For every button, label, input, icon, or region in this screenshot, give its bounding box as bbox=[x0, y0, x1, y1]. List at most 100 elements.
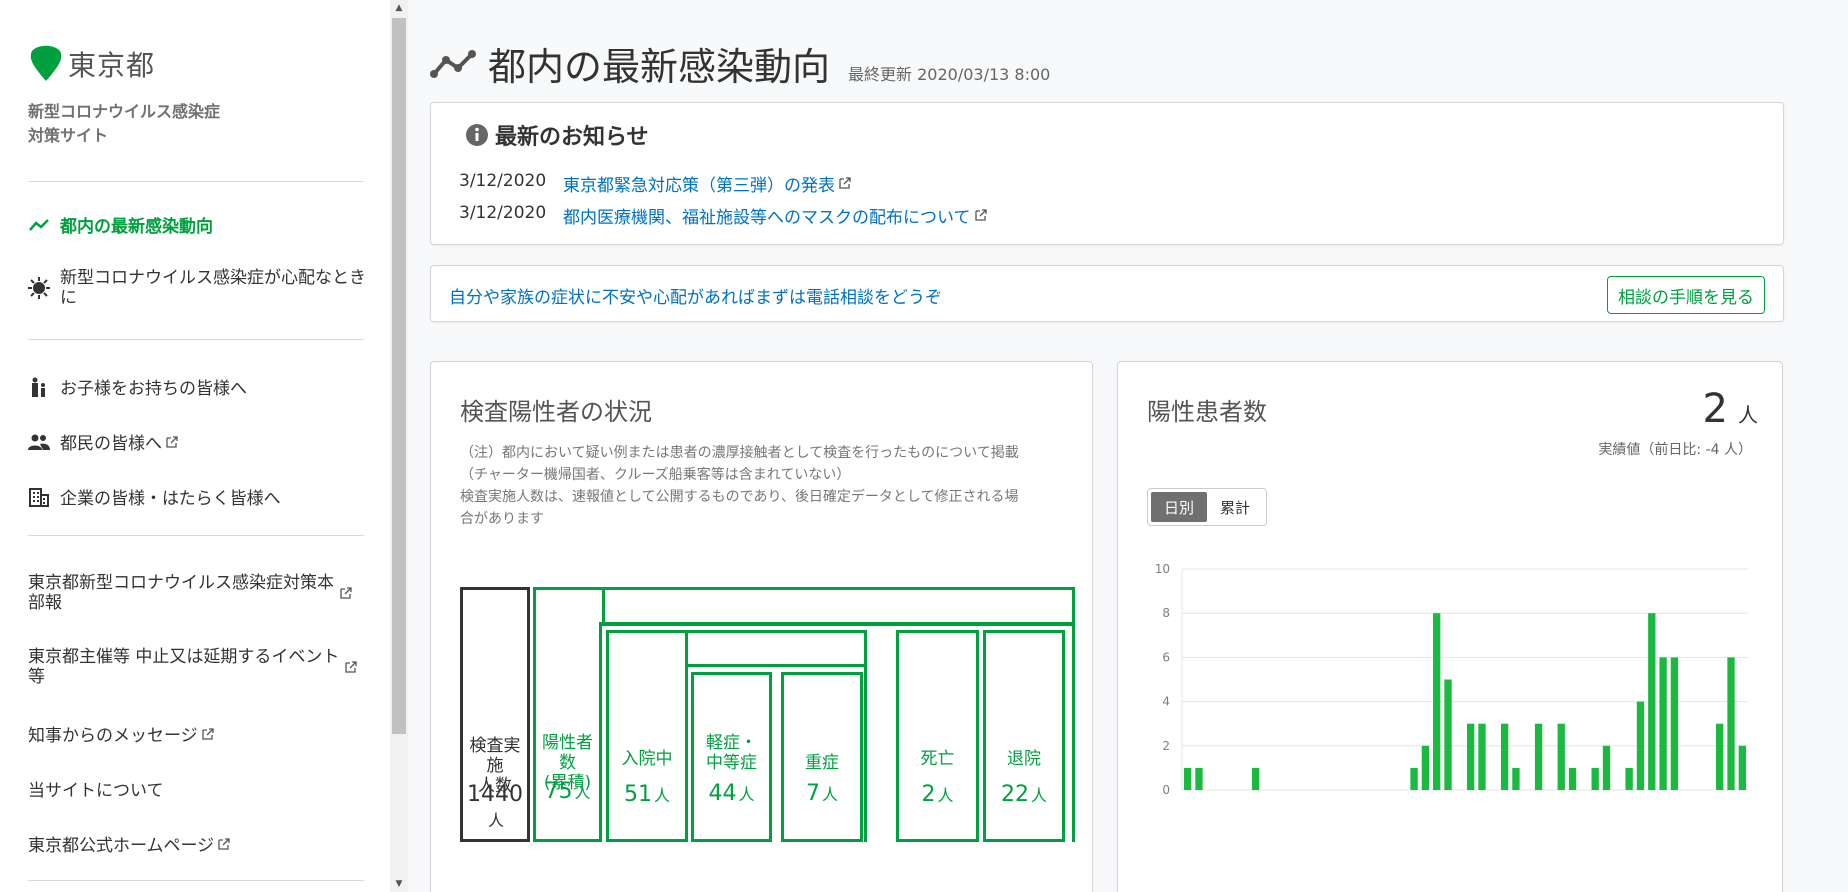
news-link[interactable]: 都内医療機関、福祉施設等へのマスクの配布について bbox=[563, 203, 971, 228]
tested-value: 1440 人 bbox=[463, 782, 527, 832]
unit: 人 bbox=[487, 811, 504, 830]
divider bbox=[28, 181, 364, 182]
people-icon bbox=[28, 431, 50, 453]
mild-label-line: 中等症 bbox=[706, 753, 757, 773]
bar bbox=[1410, 767, 1418, 790]
sidebar: 東京都 新型コロナウイルス感染症 対策サイト 都内の最新感染動向 新型コロナウイ… bbox=[0, 0, 390, 892]
nav-label: に bbox=[60, 288, 77, 308]
nav-label: お子様をお持ちの皆様へ bbox=[60, 379, 247, 399]
scroll-thumb[interactable] bbox=[392, 18, 406, 734]
mild-label-line: 軽症・ bbox=[706, 733, 757, 753]
positive-value: 75 人 bbox=[536, 779, 599, 804]
trend-line-icon bbox=[28, 214, 50, 236]
y-tick-label: 0 bbox=[1162, 783, 1170, 797]
bar bbox=[1512, 767, 1520, 790]
frame-line bbox=[688, 664, 867, 667]
bar bbox=[1557, 723, 1565, 790]
tokyo-logo[interactable]: 東京都 bbox=[28, 44, 155, 84]
external-link-icon bbox=[218, 837, 230, 850]
consult-card: 自分や家族の症状に不安や心配があればまずは電話相談をどうぞ 相談の手順を見る bbox=[430, 265, 1784, 322]
bar bbox=[1670, 657, 1679, 790]
scroll-down-arrow-icon[interactable]: ▼ bbox=[390, 876, 408, 892]
site-subtitle-line: 新型コロナウイルス感染症 bbox=[28, 102, 221, 121]
news-card: 最新のお知らせ 3/12/2020 東京都緊急対応策（第三弾）の発表 3/12/… bbox=[430, 102, 1784, 245]
tested-number: 1440 bbox=[467, 782, 523, 807]
nav-label: 東京都主催等 中止又は延期するイベント bbox=[28, 647, 340, 667]
note-line: 検査実施人数は、速報値として公開するものであり、後日確定データとして修正される場 bbox=[460, 489, 1019, 505]
note-line: 合があります bbox=[460, 511, 544, 527]
virus-icon bbox=[28, 277, 50, 299]
external-link-icon bbox=[974, 209, 987, 221]
bar bbox=[1421, 745, 1430, 790]
patients-chart-card: 陽性患者数 2 人 実績値（前日比: -4 人） 日別 累計 024681024… bbox=[1117, 361, 1783, 892]
bar bbox=[1625, 767, 1633, 790]
nav-item-trend[interactable]: 都内の最新感染動向 bbox=[28, 212, 368, 237]
tested-box: 検査実施 人数 1440人 bbox=[460, 587, 530, 842]
info-icon bbox=[466, 124, 488, 146]
nav-item-parents[interactable]: お子様をお持ちの皆様へ bbox=[28, 374, 368, 399]
positive-box: 陽性者数 (累積) 75 人 bbox=[533, 622, 602, 842]
nav-item-events[interactable]: 東京都主催等 中止又は延期するイベント 等 bbox=[28, 647, 368, 687]
discharged-label: 退院 bbox=[1007, 749, 1041, 769]
nav-item-hq-bulletin[interactable]: 東京都新型コロナウイルス感染症対策本 部報 bbox=[28, 573, 368, 613]
tested-label-line: 検査実施 bbox=[469, 736, 521, 776]
nav-label: 知事からのメッセージ bbox=[28, 726, 198, 746]
unit: 人 bbox=[738, 785, 755, 804]
nav-label: 都内の最新感染動向 bbox=[60, 217, 213, 237]
nav-label: 部報 bbox=[28, 593, 62, 613]
severe-number: 7 bbox=[805, 781, 820, 806]
bar bbox=[1568, 767, 1577, 790]
unit: 人 bbox=[574, 783, 591, 802]
bar bbox=[1716, 723, 1724, 790]
news-item: 3/12/2020 都内医療機関、福祉施設等へのマスクの配布について bbox=[459, 203, 987, 228]
unit: 人 bbox=[937, 786, 954, 805]
sidebar-scrollbar[interactable]: ▲ ▼ bbox=[390, 0, 408, 892]
consult-text[interactable]: 自分や家族の症状に不安や心配があればまずは電話相談をどうぞ bbox=[449, 283, 942, 308]
bar bbox=[1602, 745, 1611, 790]
building-icon bbox=[28, 486, 50, 508]
scroll-up-arrow-icon[interactable]: ▲ bbox=[390, 0, 408, 16]
frame-line bbox=[602, 587, 605, 626]
bar bbox=[1444, 679, 1452, 790]
mild-number: 44 bbox=[708, 781, 737, 806]
nav-label: 等 bbox=[28, 667, 45, 687]
nav-item-citizens[interactable]: 都民の皆様へ bbox=[28, 429, 368, 454]
external-link-icon bbox=[340, 587, 352, 599]
mild-label: 軽症・ 中等症 bbox=[694, 733, 769, 773]
y-tick-label: 10 bbox=[1155, 562, 1170, 576]
ginkgo-logo-icon bbox=[30, 45, 62, 81]
last-updated: 最終更新 2020/03/13 8:00 bbox=[848, 65, 1051, 84]
bar bbox=[1591, 767, 1599, 790]
bar bbox=[1738, 745, 1746, 790]
y-tick-label: 4 bbox=[1162, 695, 1170, 709]
news-date: 3/12/2020 bbox=[459, 203, 547, 223]
external-link-icon bbox=[202, 727, 214, 740]
external-link-icon bbox=[839, 177, 851, 189]
severe-value: 7人 bbox=[784, 781, 860, 806]
nav-label: 企業の皆様・はたらく皆様へ bbox=[60, 489, 281, 509]
nav-item-business[interactable]: 企業の皆様・はたらく皆様へ bbox=[28, 484, 368, 509]
bar bbox=[1433, 613, 1441, 790]
nav-label: 東京都新型コロナウイルス感染症対策本 bbox=[28, 573, 334, 593]
bar bbox=[1184, 767, 1192, 790]
nav-item-official[interactable]: 東京都公式ホームページ bbox=[28, 831, 368, 856]
nav-item-worried[interactable]: 新型コロナウイルス感染症が心配なとき に bbox=[28, 268, 368, 308]
unit: 人 bbox=[653, 786, 670, 805]
nav-item-governor[interactable]: 知事からのメッセージ bbox=[28, 721, 368, 746]
nav-item-about[interactable]: 当サイトについて bbox=[28, 776, 368, 801]
bar bbox=[1534, 723, 1543, 790]
news-link[interactable]: 東京都緊急対応策（第三弾）の発表 bbox=[563, 171, 835, 196]
site-subtitle-line: 対策サイト bbox=[28, 126, 109, 145]
status-note: （注）都内において疑い例または患者の濃厚接触者として検査を行ったものについて掲載… bbox=[460, 442, 1070, 530]
mild-value: 44 人 bbox=[694, 781, 769, 806]
parent-child-icon bbox=[28, 376, 50, 398]
news-title: 最新のお知らせ bbox=[495, 125, 649, 150]
y-tick-label: 8 bbox=[1162, 606, 1170, 620]
consult-procedure-button[interactable]: 相談の手順を見る bbox=[1607, 276, 1765, 314]
news-date: 3/12/2020 bbox=[459, 171, 547, 191]
mild-box: 軽症・ 中等症 44 人 bbox=[691, 672, 772, 842]
discharged-number: 22 bbox=[1000, 782, 1029, 807]
positive-label-line: 陽性者数 bbox=[542, 733, 593, 773]
note-line: （注）都内において疑い例または患者の濃厚接触者として検査を行ったものについて掲載 bbox=[460, 445, 1019, 461]
frame-line bbox=[602, 622, 1075, 626]
